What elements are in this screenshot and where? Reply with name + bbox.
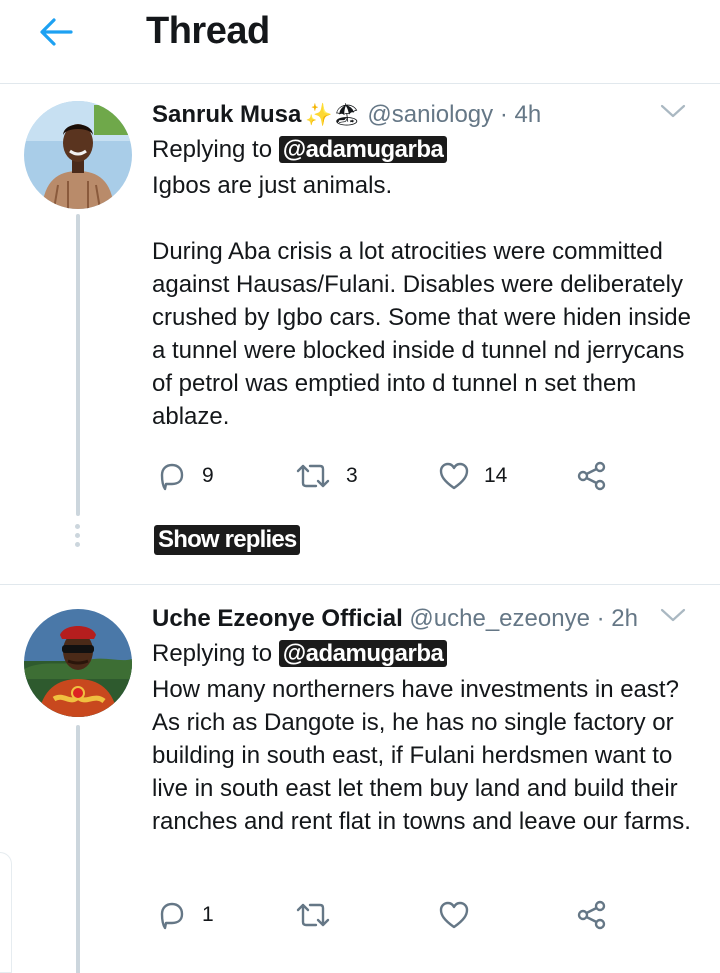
chevron-down-icon — [660, 608, 686, 622]
retweet-count: 3 — [346, 464, 358, 487]
chevron-down-icon — [660, 104, 686, 118]
retweet-button[interactable] — [294, 895, 346, 935]
retweet-button[interactable]: 3 — [294, 456, 358, 496]
tweet-text: Igbos are just animals. During Aba crisi… — [152, 172, 691, 430]
separator: · — [499, 101, 508, 128]
reply-button[interactable]: 9 — [156, 456, 214, 496]
page-title: Thread — [146, 10, 270, 52]
like-button[interactable] — [438, 895, 484, 935]
tweet-header: Sanruk Musa ✨🏖 @saniology · 4h — [152, 99, 696, 131]
tweet[interactable]: Uche Ezeonye Official @uche_ezeonye · 2h… — [0, 587, 720, 973]
tweet-actions: 9 3 14 — [152, 456, 632, 496]
edge-panel-handle[interactable] — [0, 852, 12, 973]
timestamp[interactable]: 2h — [611, 605, 638, 632]
thread-connector — [76, 214, 80, 516]
mention-link[interactable]: @adamugarba — [278, 640, 448, 667]
share-icon — [577, 461, 606, 491]
name-emojis: ✨🏖 — [305, 102, 361, 127]
reply-count: 9 — [202, 464, 214, 487]
mention-link[interactable]: @adamugarba — [278, 136, 448, 163]
tweet-header: Uche Ezeonye Official @uche_ezeonye · 2h — [152, 603, 696, 635]
share-button[interactable] — [576, 456, 608, 496]
replying-to: Replying to @adamugarba — [152, 637, 696, 671]
timestamp[interactable]: 4h — [515, 101, 542, 128]
share-button[interactable] — [576, 895, 608, 935]
avatar[interactable] — [24, 101, 132, 209]
arrow-left-icon — [40, 18, 73, 46]
replying-to-label: Replying to — [152, 136, 273, 163]
avatar[interactable] — [24, 609, 132, 717]
back-button[interactable] — [34, 12, 78, 52]
retweet-icon — [296, 464, 330, 488]
replying-to-label: Replying to — [152, 640, 273, 667]
more-options-button[interactable] — [660, 103, 686, 124]
display-name[interactable]: Uche Ezeonye Official — [152, 605, 403, 632]
reply-count: 1 — [202, 903, 214, 926]
tweet-body: Sanruk Musa ✨🏖 @saniology · 4h Replying t… — [152, 99, 696, 433]
separator: · — [596, 605, 605, 632]
tweet[interactable]: Sanruk Musa ✨🏖 @saniology · 4h Replying t… — [0, 85, 720, 585]
display-name[interactable]: Sanruk Musa — [152, 101, 301, 128]
share-icon — [577, 900, 606, 930]
replying-to: Replying to @adamugarba — [152, 133, 696, 167]
heart-icon — [439, 462, 469, 490]
tweet-text: How many northerners have investments in… — [152, 676, 691, 835]
heart-icon — [439, 901, 469, 929]
show-replies-link[interactable]: Show replies — [154, 525, 301, 555]
reply-button[interactable]: 1 — [156, 895, 214, 935]
thread-connector — [76, 725, 80, 973]
retweet-icon — [296, 903, 330, 927]
like-count: 14 — [484, 464, 508, 487]
comment-icon — [160, 902, 184, 930]
handle[interactable]: @uche_ezeonye — [409, 605, 590, 632]
handle[interactable]: @saniology — [367, 101, 493, 128]
tweet-actions: 1 — [152, 895, 632, 935]
like-button[interactable]: 14 — [438, 456, 507, 496]
more-options-button[interactable] — [660, 607, 686, 628]
top-bar: Thread — [0, 0, 720, 84]
tweet-body: Uche Ezeonye Official @uche_ezeonye · 2h… — [152, 603, 696, 838]
thread-dots — [75, 524, 81, 551]
comment-icon — [160, 463, 184, 491]
